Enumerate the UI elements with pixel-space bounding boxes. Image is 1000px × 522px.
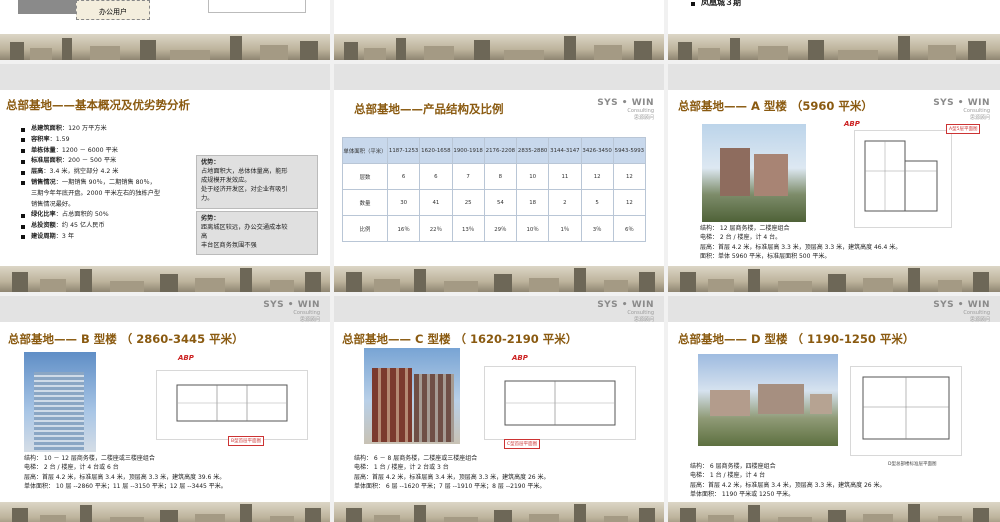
city-strip <box>668 502 1000 522</box>
advantages-box: 优势： 占地面积大，总体体量高，能形 成规模开发效应。 处于经济开发区，对企业有… <box>196 155 318 209</box>
city-strip <box>0 34 330 60</box>
plan-tag: B型首层平面图 <box>228 436 265 446</box>
spec-caption: 结构： 12 层商务楼，二楼座组合 电梯： 2 台 / 楼座，计 4 台。 层高：首… <box>700 225 902 261</box>
brand-logo: SYS • WIN Consulting 思源顾问 <box>933 98 990 121</box>
disadvantages-line: 距离城区较远，办公交通成本较 <box>201 224 288 231</box>
brand-logo: SYS • WIN Consulting 思源顾问 <box>597 300 654 323</box>
header-band <box>334 64 664 90</box>
slide-type-d: SYS • WIN Consulting 思源顾问 总部基地—— D 型楼 （ 11… <box>668 296 1000 522</box>
slide-title: 总部基地—— A 型楼 （5960 平米） <box>678 99 873 113</box>
city-strip <box>668 266 1000 292</box>
product-table: 单体面积（平米） 1187-1253 1620-1658 1900-1918 2… <box>342 137 647 242</box>
table-header-cell: 1900-1918 <box>451 137 485 164</box>
disadvantages-title: 劣势： <box>201 215 220 222</box>
table-row: 比例 16％ 22％ 13％ 29％ 10％ 1％ 3％ 6％ <box>342 215 647 242</box>
bullet-continuation: 三期今年年底开盘。2000 平米左右的独栋户型 <box>31 189 161 197</box>
slide-type-a: SYS • WIN Consulting 思源顾问 总部基地—— A 型楼 （596… <box>668 64 1000 292</box>
slide-product-structure: SYS • WIN Consulting 思源顾问 总部基地——产品结构及比例 单体… <box>334 64 664 292</box>
slide-type-b: SYS • WIN Consulting 思源顾问 总部基地—— B 型楼 （ 28… <box>0 296 330 522</box>
abp-logo: ABP <box>512 354 528 362</box>
table-header-cell: 3426-3450 <box>580 137 614 164</box>
plan-tag: A型5层平面图 <box>946 124 981 134</box>
advantages-line: 力。 <box>201 195 214 202</box>
advantages-line: 成规模开发效应。 <box>201 177 251 184</box>
bullet-item: 单栋体量：1200 － 6000 平米 <box>18 146 188 157</box>
bullet-item: 层高：3.4 米，挑空部分 4.2 米 <box>18 167 188 178</box>
building-photo <box>24 352 96 452</box>
advantages-title: 优势： <box>201 159 220 166</box>
building-photo <box>364 348 460 444</box>
table-header-cell: 3144-3147 <box>548 137 582 164</box>
bullet-item: 绿化比率：占总面积的 50% <box>18 210 188 221</box>
bullet-item: 销售情况：一期销售 90％，二期销售 80％， <box>18 178 188 189</box>
advantages-line: 处于经济开发区，对企业有吸引 <box>201 186 288 193</box>
slide-title: 总部基地——产品结构及比例 <box>354 102 504 116</box>
bullet-item: 总投资额：约 45 亿人民币 <box>18 221 188 232</box>
overview-bullet-list: 总建筑面积：120 万平方米 容积率：1.59 单栋体量：1200 － 6000… <box>18 124 188 243</box>
city-strip <box>0 502 330 522</box>
disadvantages-line: 高 <box>201 233 208 240</box>
table-row: 数量 30 41 25 54 18 2 5 12 <box>342 189 647 216</box>
city-strip <box>0 266 330 292</box>
floor-plan-drawing <box>484 366 636 440</box>
brand-logo: SYS • WIN Consulting 思源顾问 <box>263 300 320 323</box>
plan-tag: C型首层平面图 <box>504 439 541 449</box>
top-left-dark-box <box>18 0 76 14</box>
spec-caption: 结构： 10 － 12 层商务楼，二楼座或三楼座组合 电梯： 2 台 / 楼座，计… <box>24 455 227 491</box>
city-strip <box>334 34 664 60</box>
top-left-box-text: 办公用户 <box>99 8 127 16</box>
table-header-cell: 2835-2880 <box>515 137 550 164</box>
table-header-cell: 1620-1658 <box>419 137 453 164</box>
table-header-row: 单体面积（平米） 1187-1253 1620-1658 1900-1918 2… <box>342 137 647 164</box>
brand-logo: SYS • WIN Consulting 思源顾问 <box>597 98 654 121</box>
brand-logo: SYS • WIN Consulting 思源顾问 <box>933 300 990 323</box>
header-band <box>668 64 1000 90</box>
bullet-item: 建设周期：3 年 <box>18 232 188 243</box>
top-left-empty-box <box>208 0 306 13</box>
table-header-cell: 5943-5993 <box>612 137 647 164</box>
table-header-cell: 2176-2208 <box>483 137 518 164</box>
slide-type-c: SYS • WIN Consulting 思源顾问 总部基地—— C 型楼 （ 16… <box>334 296 664 522</box>
disadvantages-box: 劣势： 距离城区较远，办公交通成本较 高 丰台区商务氛围不强 <box>196 211 318 255</box>
abp-logo: ABP <box>178 354 194 362</box>
table-row: 层数 6 6 7 8 10 11 12 12 <box>342 163 647 190</box>
plan-note: D型总部楼标准层平面图 <box>888 462 937 467</box>
city-strip <box>668 34 1000 60</box>
slide-title: 总部基地—— B 型楼 （ 2860-3445 平米） <box>8 332 244 346</box>
abp-logo: ABP <box>844 120 860 128</box>
top-left-label-box: 办公用户 <box>76 0 150 20</box>
floor-plan-drawing <box>850 366 962 456</box>
header-band <box>0 64 330 90</box>
slide-title: 总部基地——基本概况及优劣势分析 <box>6 98 190 112</box>
city-strip <box>334 266 664 292</box>
floor-plan-drawing <box>156 370 308 440</box>
bullet-item: 总建筑面积：120 万平方米 <box>18 124 188 135</box>
slide-title: 总部基地—— D 型楼 （ 1190-1250 平米） <box>678 332 915 346</box>
slide-basic-overview: 总部基地——基本概况及优劣势分析 总建筑面积：120 万平方米 容积率：1.59… <box>0 64 330 292</box>
building-photo <box>702 124 806 222</box>
disadvantages-line: 丰台区商务氛围不强 <box>201 242 257 249</box>
table-header-cell: 单体面积（平米） <box>342 137 388 164</box>
advantages-line: 占地面积大，总体体量高，能形 <box>201 168 288 175</box>
spec-caption: 结构： 6 － 8 层商务楼，二楼座或三楼座组合 电梯： 1 台 / 楼座，计 2… <box>354 455 550 491</box>
slide-sheet: 办公用户 凤凰城３期 总部基地——基本概况及优劣势分析 总建筑面积：120 万平… <box>0 0 1000 522</box>
bullet-item: 容积率：1.59 <box>18 135 188 146</box>
top-right-bullet: 凤凰城３期 <box>688 0 741 9</box>
bullet-item: 标准层面积：200 － 500 平米 <box>18 156 188 167</box>
spec-caption: 结构： 6 层商务楼，四楼座组合 电梯： 1 台 / 楼座，计 4 台层高：首层 … <box>690 463 886 499</box>
bullet-continuation: 销售情况最好。 <box>31 200 75 208</box>
table-header-cell: 1187-1253 <box>386 137 421 164</box>
floor-plan-drawing <box>854 130 952 228</box>
slide-title: 总部基地—— C 型楼 （ 1620-2190 平米） <box>342 332 578 346</box>
city-strip <box>334 502 664 522</box>
building-photo <box>698 354 838 446</box>
